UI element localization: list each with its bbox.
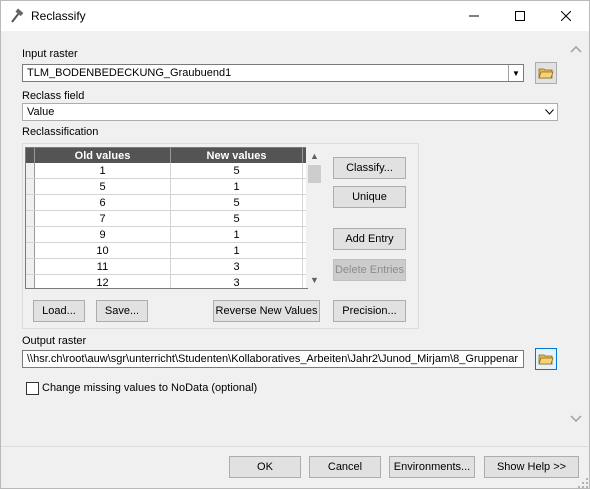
- save-button[interactable]: Save...: [96, 300, 148, 322]
- scroll-thumb[interactable]: [308, 165, 321, 183]
- scroll-down-icon[interactable]: [570, 415, 582, 423]
- output-raster-label: Output raster: [22, 335, 87, 347]
- table-scrollbar[interactable]: ▲ ▼: [306, 147, 323, 288]
- row-selector[interactable]: [26, 211, 35, 226]
- old-value-cell[interactable]: 11: [35, 259, 171, 274]
- row-selector[interactable]: [26, 163, 35, 178]
- cancel-button[interactable]: Cancel: [309, 456, 381, 478]
- old-value-cell[interactable]: 10: [35, 243, 171, 258]
- row-selector[interactable]: [26, 259, 35, 274]
- row-selector[interactable]: [26, 195, 35, 210]
- unique-button[interactable]: Unique: [333, 186, 406, 208]
- old-value-cell[interactable]: 1: [35, 163, 171, 178]
- row-selector[interactable]: [26, 179, 35, 194]
- reclass-field-label: Reclass field: [22, 90, 85, 102]
- table-row[interactable]: 15: [26, 163, 307, 179]
- old-values-header: Old values: [35, 148, 171, 163]
- new-value-cell[interactable]: 1: [171, 243, 303, 258]
- input-raster-value: TLM_BODENBEDECKUNG_Graubuend1: [27, 67, 232, 79]
- output-raster-input[interactable]: \\hsr.ch\root\auw\sgr\unterricht\Student…: [22, 350, 524, 368]
- maximize-icon: [515, 11, 525, 21]
- new-value-cell[interactable]: 3: [171, 275, 303, 288]
- table-row[interactable]: 11 3: [26, 259, 307, 275]
- new-values-header: New values: [171, 148, 303, 163]
- reverse-new-values-button[interactable]: Reverse New Values: [213, 300, 320, 322]
- delete-entries-button[interactable]: Delete Entries: [333, 259, 406, 281]
- folder-open-icon: [538, 68, 554, 79]
- reclass-field-dropdown[interactable]: Value: [22, 103, 558, 121]
- table-row[interactable]: 91: [26, 227, 307, 243]
- reclass-field-value: Value: [27, 106, 55, 118]
- table-row[interactable]: 51: [26, 179, 307, 195]
- output-raster-value: \\hsr.ch\root\auw\sgr\unterricht\Student…: [27, 353, 518, 365]
- new-value-cell[interactable]: 5: [171, 163, 303, 178]
- maximize-button[interactable]: [497, 1, 543, 31]
- old-value-cell[interactable]: 12: [35, 275, 171, 288]
- old-value-cell[interactable]: 7: [35, 211, 171, 226]
- window-title: Reclassify: [31, 9, 86, 23]
- output-raster-browse-button[interactable]: [535, 348, 557, 370]
- hammer-icon: [11, 8, 24, 23]
- new-value-cell[interactable]: 5: [171, 195, 303, 210]
- minimize-icon: [469, 15, 479, 17]
- table-row[interactable]: 10 1: [26, 243, 307, 259]
- minimize-button[interactable]: [451, 1, 497, 31]
- old-value-cell[interactable]: 6: [35, 195, 171, 210]
- classify-button[interactable]: Classify...: [333, 157, 406, 179]
- new-value-cell[interactable]: 5: [171, 211, 303, 226]
- dialog-scrollbar[interactable]: [567, 31, 589, 446]
- input-raster-label: Input raster: [22, 48, 78, 60]
- row-selector[interactable]: [26, 275, 35, 288]
- reclassify-dialog: Reclassify Input raster TLM_BODENBEDECKU…: [0, 0, 590, 489]
- show-help-button[interactable]: Show Help >>: [484, 456, 579, 478]
- input-raster-dropdown[interactable]: TLM_BODENBEDECKUNG_Graubuend1 ▼: [22, 64, 524, 82]
- chevron-down-icon[interactable]: [542, 104, 557, 120]
- old-value-cell[interactable]: 5: [35, 179, 171, 194]
- old-value-cell[interactable]: 9: [35, 227, 171, 242]
- table-row[interactable]: 12 3: [26, 275, 307, 288]
- add-entry-button[interactable]: Add Entry: [333, 228, 406, 250]
- reclassification-label: Reclassification: [22, 126, 99, 138]
- reclassification-table[interactable]: Old values New values 15 51 65 75 91 10 1…: [25, 147, 308, 289]
- new-value-cell[interactable]: 1: [171, 227, 303, 242]
- environments-button[interactable]: Environments...: [389, 456, 475, 478]
- chevron-down-icon[interactable]: ▼: [508, 65, 523, 81]
- table-row[interactable]: 65: [26, 195, 307, 211]
- row-selector[interactable]: [26, 227, 35, 242]
- new-value-cell[interactable]: 1: [171, 179, 303, 194]
- ok-button[interactable]: OK: [229, 456, 301, 478]
- footer-divider: [1, 446, 589, 447]
- close-button[interactable]: [543, 1, 589, 31]
- table-row[interactable]: 75: [26, 211, 307, 227]
- title-bar[interactable]: Reclassify: [1, 1, 589, 31]
- missing-nodata-label[interactable]: Change missing values to NoData (optiona…: [42, 382, 257, 394]
- scroll-up-icon[interactable]: [570, 45, 582, 53]
- precision-button[interactable]: Precision...: [333, 300, 406, 322]
- row-selector-header: [26, 148, 35, 163]
- folder-open-icon: [538, 354, 554, 365]
- resize-grip-icon[interactable]: [577, 477, 589, 489]
- missing-nodata-checkbox[interactable]: [26, 382, 39, 395]
- input-raster-browse-button[interactable]: [535, 62, 557, 84]
- new-value-cell[interactable]: 3: [171, 259, 303, 274]
- table-header: Old values New values: [26, 148, 307, 163]
- close-icon: [561, 11, 571, 21]
- scroll-down-icon[interactable]: ▼: [306, 271, 323, 288]
- row-selector[interactable]: [26, 243, 35, 258]
- load-button[interactable]: Load...: [33, 300, 85, 322]
- scroll-up-icon[interactable]: ▲: [306, 147, 323, 164]
